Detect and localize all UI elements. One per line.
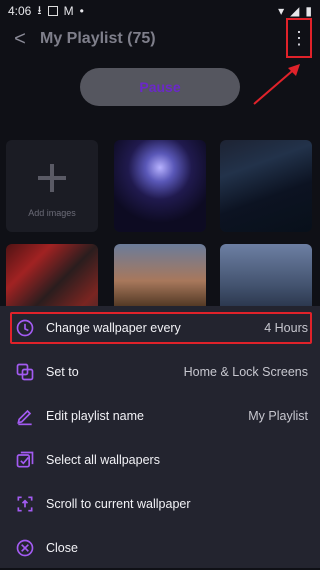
highlight-frame bbox=[10, 312, 312, 344]
add-images-tile[interactable]: Add images bbox=[6, 140, 98, 232]
menu-item-select-all[interactable]: Select all wallpapers bbox=[0, 438, 320, 482]
wifi-icon: ▾ bbox=[278, 4, 285, 18]
select-all-icon bbox=[14, 449, 36, 471]
wallpaper-thumbnail[interactable] bbox=[220, 140, 312, 232]
menu-item-label: Close bbox=[46, 541, 78, 555]
bottom-sheet-menu: Change wallpaper every 4 Hours Set to Ho… bbox=[0, 306, 320, 568]
status-time: 4:06 bbox=[8, 4, 32, 18]
menu-item-label: Edit playlist name bbox=[46, 409, 144, 423]
signal-icon: ◢ bbox=[290, 4, 300, 18]
menu-item-label: Select all wallpapers bbox=[46, 453, 160, 467]
status-bar: 4:06 ⭳ M • ▾ ◢ ▮ bbox=[0, 0, 320, 22]
menu-item-value: Home & Lock Screens bbox=[183, 365, 308, 379]
chevron-left-icon: < bbox=[14, 27, 26, 50]
page-title: My Playlist (75) bbox=[40, 30, 156, 47]
back-button[interactable]: < bbox=[0, 28, 40, 51]
notification-icon bbox=[47, 6, 58, 16]
more-vert-icon: ⋮ bbox=[290, 27, 308, 48]
add-images-label: Add images bbox=[28, 208, 76, 218]
copy-icon bbox=[14, 361, 36, 383]
menu-item-set-to[interactable]: Set to Home & Lock Screens bbox=[0, 350, 320, 394]
focus-frame-icon bbox=[14, 493, 36, 515]
more-options-button[interactable]: ⋮ bbox=[286, 18, 312, 58]
pause-button[interactable]: Pause bbox=[80, 68, 240, 106]
menu-item-scroll-to-current[interactable]: Scroll to current wallpaper bbox=[0, 482, 320, 526]
pencil-icon bbox=[14, 405, 36, 427]
mail-icon: M bbox=[63, 4, 74, 18]
menu-item-value: My Playlist bbox=[248, 409, 308, 423]
battery-icon: ▮ bbox=[305, 4, 312, 18]
menu-item-close[interactable]: Close bbox=[0, 526, 320, 570]
wallpaper-thumbnail[interactable] bbox=[114, 140, 206, 232]
app-bar: < My Playlist (75) ⋮ bbox=[0, 18, 320, 58]
dot-icon: • bbox=[79, 4, 84, 18]
menu-item-edit-playlist-name[interactable]: Edit playlist name My Playlist bbox=[0, 394, 320, 438]
download-icon: ⭳ bbox=[37, 2, 42, 17]
menu-item-label: Scroll to current wallpaper bbox=[46, 497, 191, 511]
close-circle-icon bbox=[14, 537, 36, 559]
annotation-arrow-icon bbox=[253, 64, 300, 105]
plus-icon bbox=[38, 164, 66, 192]
menu-item-label: Set to bbox=[46, 365, 79, 379]
